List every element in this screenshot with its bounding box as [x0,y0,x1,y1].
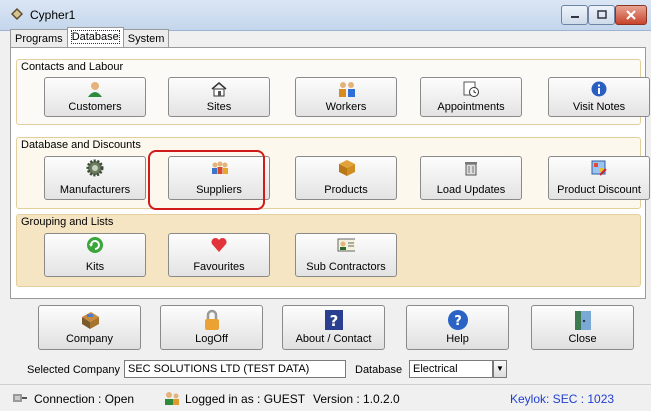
keylok-text: Keylok: SEC : 1023 [510,392,615,406]
bin-icon [462,160,480,176]
status-bar: Connection : Open Logged in as : GUEST V… [0,384,651,411]
heart-icon [210,237,228,253]
door-icon [572,309,594,331]
customers-button[interactable]: Customers [44,77,146,117]
maximize-button[interactable] [588,5,615,25]
svg-text:?: ? [454,314,462,329]
tab-system-label: System [127,33,165,45]
maximize-icon [596,10,607,19]
app-logo-icon [11,8,23,20]
sub-contractors-label: Sub Contractors [306,261,386,273]
user-icon [165,392,179,405]
group-label: Database and Discounts [21,139,141,151]
grouping-lists-group: Grouping and Lists Kits Favourites Sub C… [16,214,641,287]
close-icon [626,10,636,20]
visit-notes-button[interactable]: Visit Notes [548,77,650,117]
favourites-label: Favourites [193,261,245,273]
manufacturers-button[interactable]: Manufacturers [44,156,146,200]
company-label: Company [65,333,114,345]
sites-button[interactable]: Sites [168,77,270,117]
selection-row: Selected Company SEC SOLUTIONS LTD (TEST… [0,360,651,380]
database-dropdown-button[interactable]: ▼ [493,360,507,378]
group-label: Grouping and Lists [21,216,114,228]
help-label: Help [446,333,469,345]
close-label: Close [568,333,597,345]
help-icon: ? [447,309,469,331]
favourites-button[interactable]: Favourites [168,233,270,277]
products-button[interactable]: Products [295,156,397,200]
box-icon [337,160,355,176]
info-icon [590,81,608,97]
house-icon [210,81,228,97]
products-label: Products [324,184,368,196]
logoff-button[interactable]: LogOff [160,305,263,350]
visit-notes-label: Visit Notes [572,101,626,113]
workers-icon [337,81,355,97]
company-icon [79,309,101,331]
database-tab-panel: Contacts and Labour Customers Sites Work… [10,47,650,299]
tab-system[interactable]: System [122,29,170,48]
load-updates-label: Load Updates [436,184,506,196]
gear-icon [86,159,104,177]
kits-button[interactable]: Kits [44,233,146,277]
sites-label: Sites [206,101,232,113]
connection-status: Connection : Open [34,392,135,406]
database-discounts-group: Database and Discounts Manufacturers Sup… [16,137,650,209]
suppliers-highlight [148,150,265,210]
minimize-icon [570,16,579,18]
database-select[interactable]: Electrical [409,360,493,378]
selected-company-field[interactable]: SEC SOLUTIONS LTD (TEST DATA) [124,360,346,378]
kits-label: Kits [85,261,105,273]
tab-programs[interactable]: Programs [10,29,68,48]
tab-database[interactable]: Database [66,27,124,48]
appointments-label: Appointments [437,101,505,113]
product-discount-label: Product Discount [557,184,641,196]
clock-icon [462,81,480,97]
discount-icon [590,160,608,176]
customer-icon [86,81,104,97]
close-window-button[interactable] [615,5,647,25]
padlock-icon [201,309,223,331]
tab-database-label: Database [70,30,120,44]
logoff-label: LogOff [195,333,228,345]
group-label: Contacts and Labour [21,61,124,73]
manufacturers-label: Manufacturers [59,184,131,196]
contacts-labour-group: Contacts and Labour Customers Sites Work… [16,59,650,125]
selected-company-label: Selected Company [27,364,120,376]
load-updates-button[interactable]: Load Updates [420,156,522,200]
sub-contractors-button[interactable]: Sub Contractors [295,233,397,277]
logged-in-status: Logged in as : GUEST [185,392,306,406]
customers-label: Customers [68,101,122,113]
app-window: Cypher1 Programs Database System Contact… [0,0,651,411]
workers-button[interactable]: Workers [295,77,397,117]
tab-strip: Programs Database System [10,27,170,48]
workers-label: Workers [325,101,367,113]
chevron-down-icon: ▼ [496,364,504,373]
appointments-button[interactable]: Appointments [420,77,522,117]
about-contact-label: About / Contact [295,333,372,345]
help-button[interactable]: ? Help [406,305,509,350]
svg-text:?: ? [329,312,338,330]
version-text: Version : 1.0.2.0 [313,392,400,406]
question-icon: ? [323,309,345,331]
company-button[interactable]: Company [38,305,141,350]
refresh-icon [86,237,104,253]
database-label: Database [355,364,403,376]
about-contact-button[interactable]: ? About / Contact [282,305,385,350]
tab-programs-label: Programs [15,33,63,45]
close-button[interactable]: Close [531,305,634,350]
window-title: Cypher1 [30,8,76,22]
contact-card-icon [337,237,355,253]
product-discount-button[interactable]: Product Discount [548,156,650,200]
minimize-button[interactable] [561,5,588,25]
connection-icon [13,394,27,402]
